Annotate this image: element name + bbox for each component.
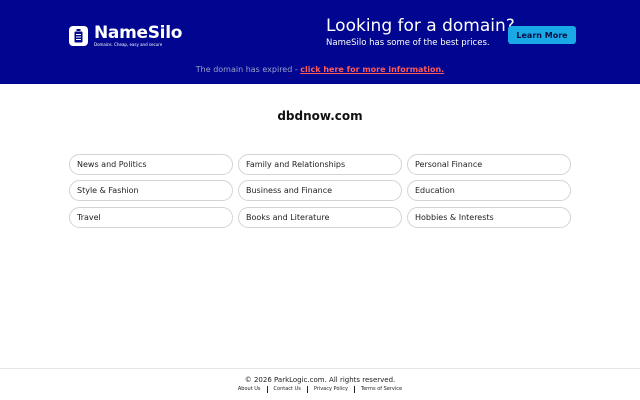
category-link[interactable]: Style & Fashion [69,180,233,201]
category-link[interactable]: Business and Finance [238,180,402,201]
logo-tagline: Domains. Cheap, easy and secure [94,42,163,47]
category-link[interactable]: Travel [69,207,233,228]
banner-subline: NameSilo has some of the best prices. [326,38,490,48]
footer-links: About Us Contact Us Privacy Policy Terms… [0,386,640,393]
expired-notice: The domain has expired - click here for … [0,64,640,75]
category-link[interactable]: Education [407,180,571,201]
category-link[interactable]: Personal Finance [407,154,571,175]
promo-banner: NameSilo Domains. Cheap, easy and secure… [0,0,640,84]
logo-mark-icon [69,26,88,46]
expired-notice-text: The domain has expired - [195,65,301,74]
footer-link-contact[interactable]: Contact Us [268,386,307,393]
footer-divider [0,368,640,369]
domain-title: dbdnow.com [277,109,363,123]
footer-link-privacy[interactable]: Privacy Policy [308,386,354,393]
category-link[interactable]: News and Politics [69,154,233,175]
learn-more-button[interactable]: Learn More [508,26,576,44]
category-link[interactable]: Hobbies & Interests [407,207,571,228]
more-info-link[interactable]: click here for more information. [300,65,444,74]
footer-link-about[interactable]: About Us [232,386,267,393]
logo-name: NameSilo [94,23,183,43]
banner-headline: Looking for a domain? [326,16,515,36]
namesilo-logo[interactable]: NameSilo Domains. Cheap, easy and secure [69,24,182,48]
copyright-text: © 2026 ParkLogic.com. All rights reserve… [244,376,396,384]
footer-link-terms[interactable]: Terms of Service [355,386,408,393]
category-link[interactable]: Family and Relationships [238,154,402,175]
category-link[interactable]: Books and Literature [238,207,402,228]
